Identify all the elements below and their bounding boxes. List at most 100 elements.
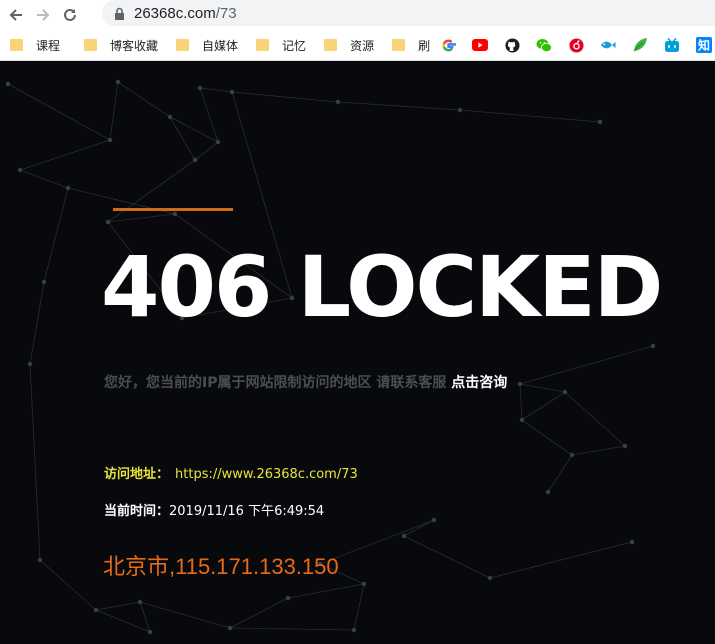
network-node — [650, 343, 656, 349]
youtube-icon[interactable] — [472, 37, 489, 53]
network-link — [459, 109, 601, 123]
network-node — [401, 533, 407, 539]
network-link — [194, 141, 219, 161]
arrow-right-icon — [37, 9, 50, 21]
network-node — [569, 452, 575, 458]
network-link — [337, 101, 461, 111]
network-link — [229, 597, 289, 629]
bookmark-label: 自媒体 — [202, 38, 239, 53]
bookmark-folder-resources[interactable]: 资源 — [320, 32, 380, 58]
network-link — [39, 559, 97, 611]
network-node — [519, 417, 525, 423]
network-node — [285, 595, 291, 601]
network-node — [147, 629, 153, 635]
network-node — [37, 557, 43, 563]
google-icon[interactable] — [440, 37, 456, 53]
ip-location: 北京市,115.171.133.150 — [103, 554, 339, 579]
bookmark-folder-media[interactable]: 自媒体 — [172, 32, 244, 58]
folder-icon — [84, 39, 98, 51]
network-node — [105, 219, 111, 225]
network-link — [489, 541, 633, 579]
network-node — [115, 79, 121, 85]
folder-icon — [10, 39, 23, 51]
network-node — [197, 85, 203, 91]
network-link — [95, 609, 151, 633]
network-link — [519, 383, 523, 421]
bookmark-label: 记忆 — [282, 38, 307, 53]
visit-label: 访问地址： — [104, 467, 170, 482]
network-node — [215, 139, 221, 145]
network-node — [65, 185, 71, 191]
bookmark-folder-memory[interactable]: 记忆 — [252, 32, 312, 58]
network-link — [29, 363, 41, 561]
network-node — [17, 167, 23, 173]
current-time: 当前时间：2019/11/16 下午6:49:54 — [104, 500, 324, 519]
network-node — [517, 381, 523, 387]
network-link — [95, 601, 141, 611]
netease-music-icon[interactable] — [568, 37, 584, 53]
network-link — [29, 281, 45, 365]
network-node — [431, 517, 437, 523]
network-node — [229, 89, 235, 95]
reload-button[interactable] — [59, 4, 81, 26]
network-node — [457, 107, 463, 113]
error-page: 406 LOCKED 您好，您当前的IP属于网站限制访问的地区 请联系客服 点击… — [0, 62, 715, 644]
network-link — [547, 454, 573, 493]
bookmark-label: 刷 — [418, 38, 431, 53]
fish-icon[interactable] — [600, 37, 616, 53]
bookmark-label: 资源 — [350, 38, 375, 53]
network-link — [139, 601, 151, 633]
network-node — [545, 489, 551, 495]
consult-link[interactable]: 点击咨询 — [451, 375, 507, 391]
folder-icon — [176, 39, 190, 51]
browser-toolbar: 26368c.com/73 — [0, 0, 715, 30]
network-link — [117, 81, 171, 118]
folder-icon — [256, 39, 270, 51]
address-bar[interactable]: 26368c.com/73 — [102, 0, 715, 26]
network-link — [564, 391, 626, 447]
network-link — [199, 87, 233, 93]
network-link — [43, 187, 69, 283]
network-node — [5, 81, 11, 87]
bookmark-folder-courses[interactable]: 课程 — [6, 32, 66, 58]
network-node — [137, 599, 143, 605]
bookmark-label: 博客收藏 — [110, 38, 159, 53]
visit-address: 访问地址： https://www.26368c.com/73 — [104, 463, 358, 482]
back-button[interactable] — [5, 4, 27, 26]
network-node — [487, 575, 493, 581]
network-node — [93, 607, 99, 613]
network-link — [519, 345, 654, 385]
network-link — [287, 583, 365, 599]
bookmark-folder-brush[interactable]: 刷 — [388, 32, 436, 58]
network-link — [7, 83, 111, 141]
lock-icon — [114, 6, 126, 20]
leaf-icon[interactable] — [632, 37, 648, 53]
network-link — [19, 139, 111, 171]
wechat-icon[interactable] — [536, 37, 552, 53]
network-node — [351, 627, 357, 633]
forward-button[interactable] — [32, 4, 54, 26]
restriction-message: 您好，您当前的IP属于网站限制访问的地区 请联系客服 点击咨询 — [104, 372, 507, 392]
url-domain: 26368c.com — [134, 4, 216, 22]
network-node — [172, 211, 178, 217]
bookmark-folder-blog[interactable]: 博客收藏 — [80, 32, 164, 58]
network-link — [229, 627, 355, 631]
time-value: 2019/11/16 下午6:49:54 — [169, 504, 325, 519]
network-link — [139, 601, 231, 629]
network-link — [521, 391, 566, 421]
network-link — [403, 519, 435, 537]
network-node — [622, 443, 628, 449]
folder-icon — [324, 39, 338, 51]
bilibili-icon[interactable] — [664, 37, 680, 53]
network-link — [109, 81, 119, 141]
github-icon[interactable] — [504, 37, 520, 53]
accent-line — [113, 208, 233, 211]
network-link — [19, 169, 69, 189]
network-link — [231, 91, 339, 103]
error-headline: 406 LOCKED — [101, 238, 663, 336]
network-link — [107, 159, 196, 223]
zhihu-glyph: 知 — [697, 38, 710, 53]
zhihu-icon[interactable]: 知 — [696, 37, 713, 53]
network-node — [597, 119, 603, 125]
url-text: 26368c.com/73 — [134, 5, 237, 22]
